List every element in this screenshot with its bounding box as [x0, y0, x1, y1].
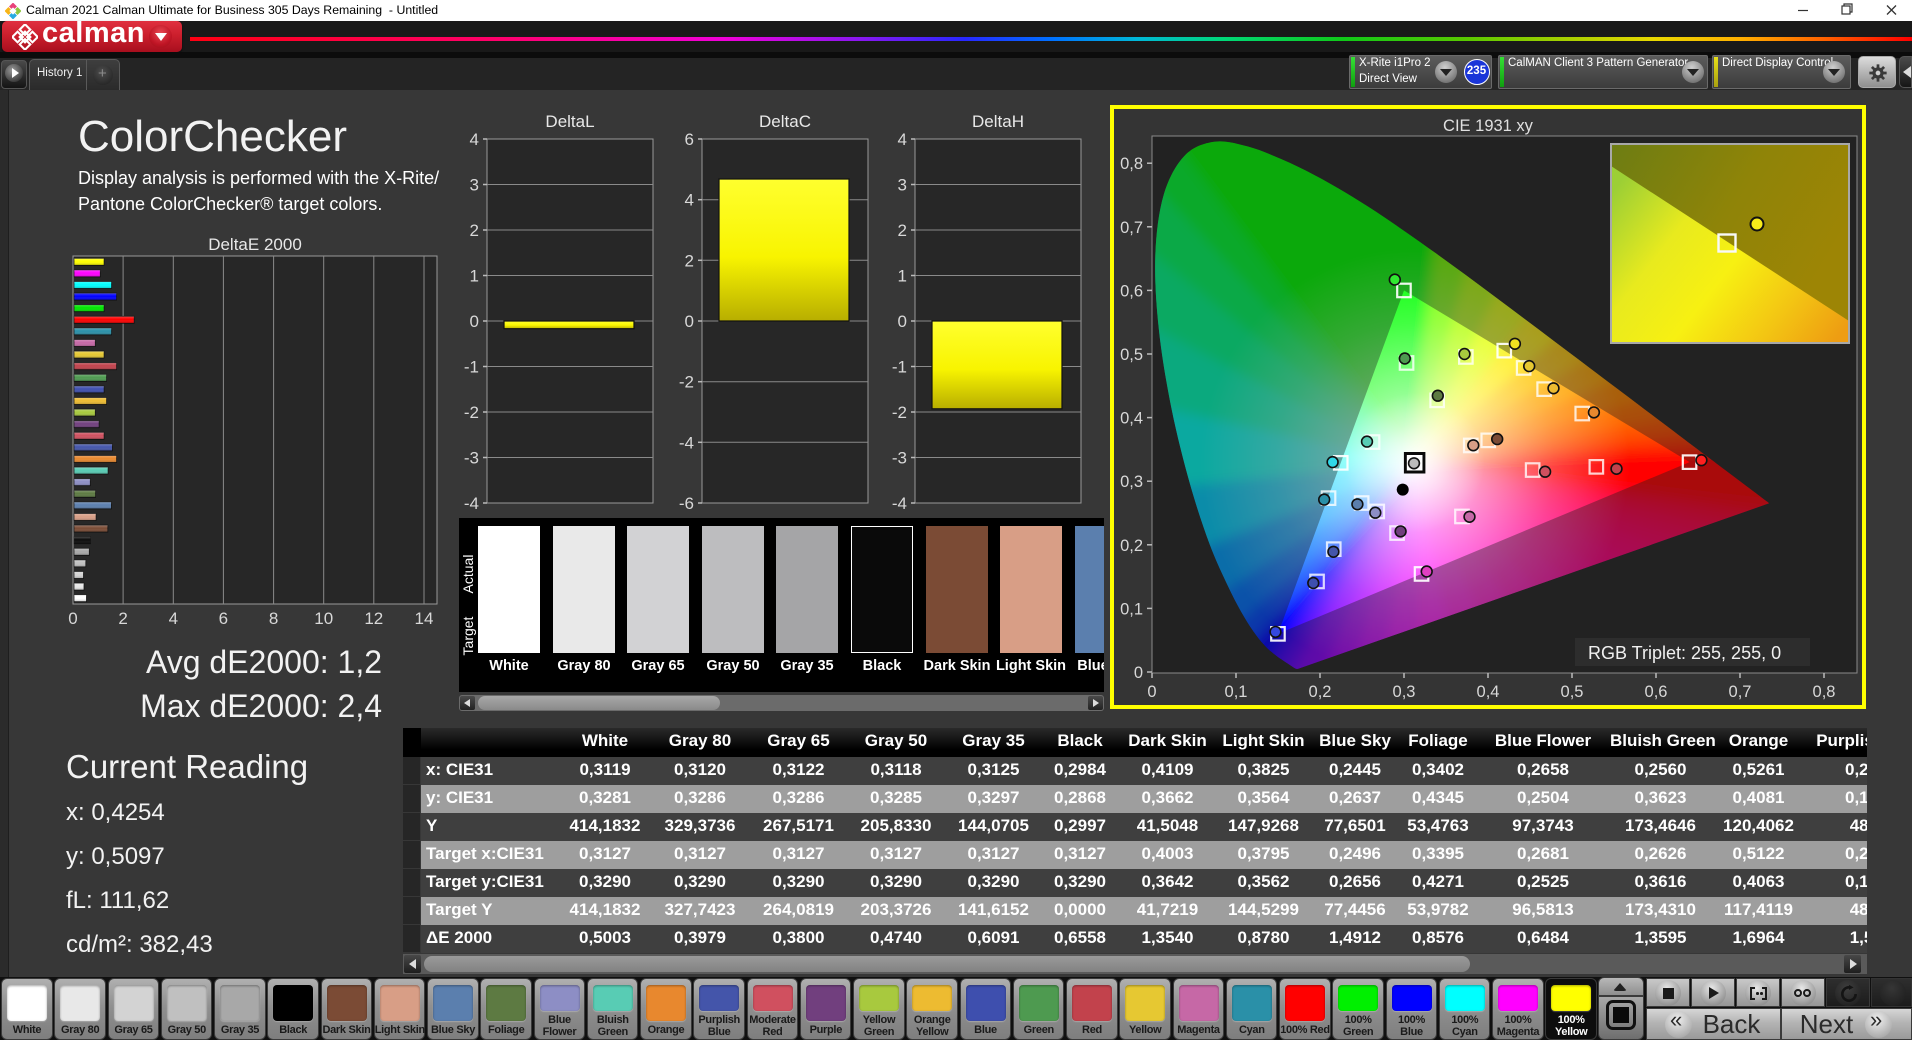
svg-text:4: 4 [470, 130, 479, 149]
svg-text:0,3: 0,3 [1120, 473, 1143, 491]
svg-text:8: 8 [269, 609, 278, 628]
svg-text:12: 12 [364, 609, 383, 628]
svg-text:4: 4 [685, 191, 694, 210]
svg-text:-2: -2 [892, 403, 907, 422]
svg-text:6: 6 [219, 609, 228, 628]
svg-text:3: 3 [898, 176, 907, 195]
svg-text:0,1: 0,1 [1120, 600, 1143, 618]
svg-text:-3: -3 [892, 449, 907, 468]
svg-text:0: 0 [68, 609, 77, 628]
svg-text:0,6: 0,6 [1120, 282, 1143, 300]
svg-text:-2: -2 [464, 403, 479, 422]
svg-text:0,5: 0,5 [1120, 346, 1143, 364]
svg-text:CIE 1931 xy: CIE 1931 xy [1443, 117, 1534, 135]
svg-text:0,1: 0,1 [1225, 683, 1248, 701]
svg-text:2: 2 [470, 221, 479, 240]
svg-text:-4: -4 [464, 494, 479, 513]
svg-text:6: 6 [685, 130, 694, 149]
svg-text:-1: -1 [892, 358, 907, 377]
svg-text:-6: -6 [679, 494, 694, 513]
svg-text:-2: -2 [679, 373, 694, 392]
svg-text:0,4: 0,4 [1120, 410, 1143, 428]
svg-text:-4: -4 [679, 433, 694, 452]
svg-text:14: 14 [415, 609, 434, 628]
svg-text:-4: -4 [892, 494, 907, 513]
svg-text:1: 1 [898, 267, 907, 286]
svg-text:2: 2 [898, 221, 907, 240]
svg-text:0: 0 [1147, 683, 1156, 701]
svg-text:0,2: 0,2 [1120, 537, 1143, 555]
svg-text:0,6: 0,6 [1645, 683, 1668, 701]
svg-text:2: 2 [118, 609, 127, 628]
svg-text:0,7: 0,7 [1120, 219, 1143, 237]
svg-text:0,4: 0,4 [1477, 683, 1500, 701]
svg-text:-1: -1 [464, 358, 479, 377]
svg-text:RGB Triplet: 255, 255, 0: RGB Triplet: 255, 255, 0 [1588, 643, 1781, 663]
svg-text:0: 0 [470, 312, 479, 331]
svg-text:0,5: 0,5 [1561, 683, 1584, 701]
svg-text:0,3: 0,3 [1393, 683, 1416, 701]
svg-text:4: 4 [898, 130, 907, 149]
svg-text:0,2: 0,2 [1309, 683, 1332, 701]
svg-text:DeltaE 2000: DeltaE 2000 [208, 236, 302, 254]
svg-text:10: 10 [314, 609, 333, 628]
svg-text:0: 0 [1134, 664, 1143, 682]
svg-text:0: 0 [898, 312, 907, 331]
svg-text:0,8: 0,8 [1120, 155, 1143, 173]
svg-text:0: 0 [685, 312, 694, 331]
svg-text:0,7: 0,7 [1729, 683, 1752, 701]
svg-text:4: 4 [169, 609, 178, 628]
svg-text:0,8: 0,8 [1813, 683, 1836, 701]
svg-text:1: 1 [470, 267, 479, 286]
svg-text:-3: -3 [464, 449, 479, 468]
svg-text:2: 2 [685, 251, 694, 270]
svg-text:3: 3 [470, 176, 479, 195]
